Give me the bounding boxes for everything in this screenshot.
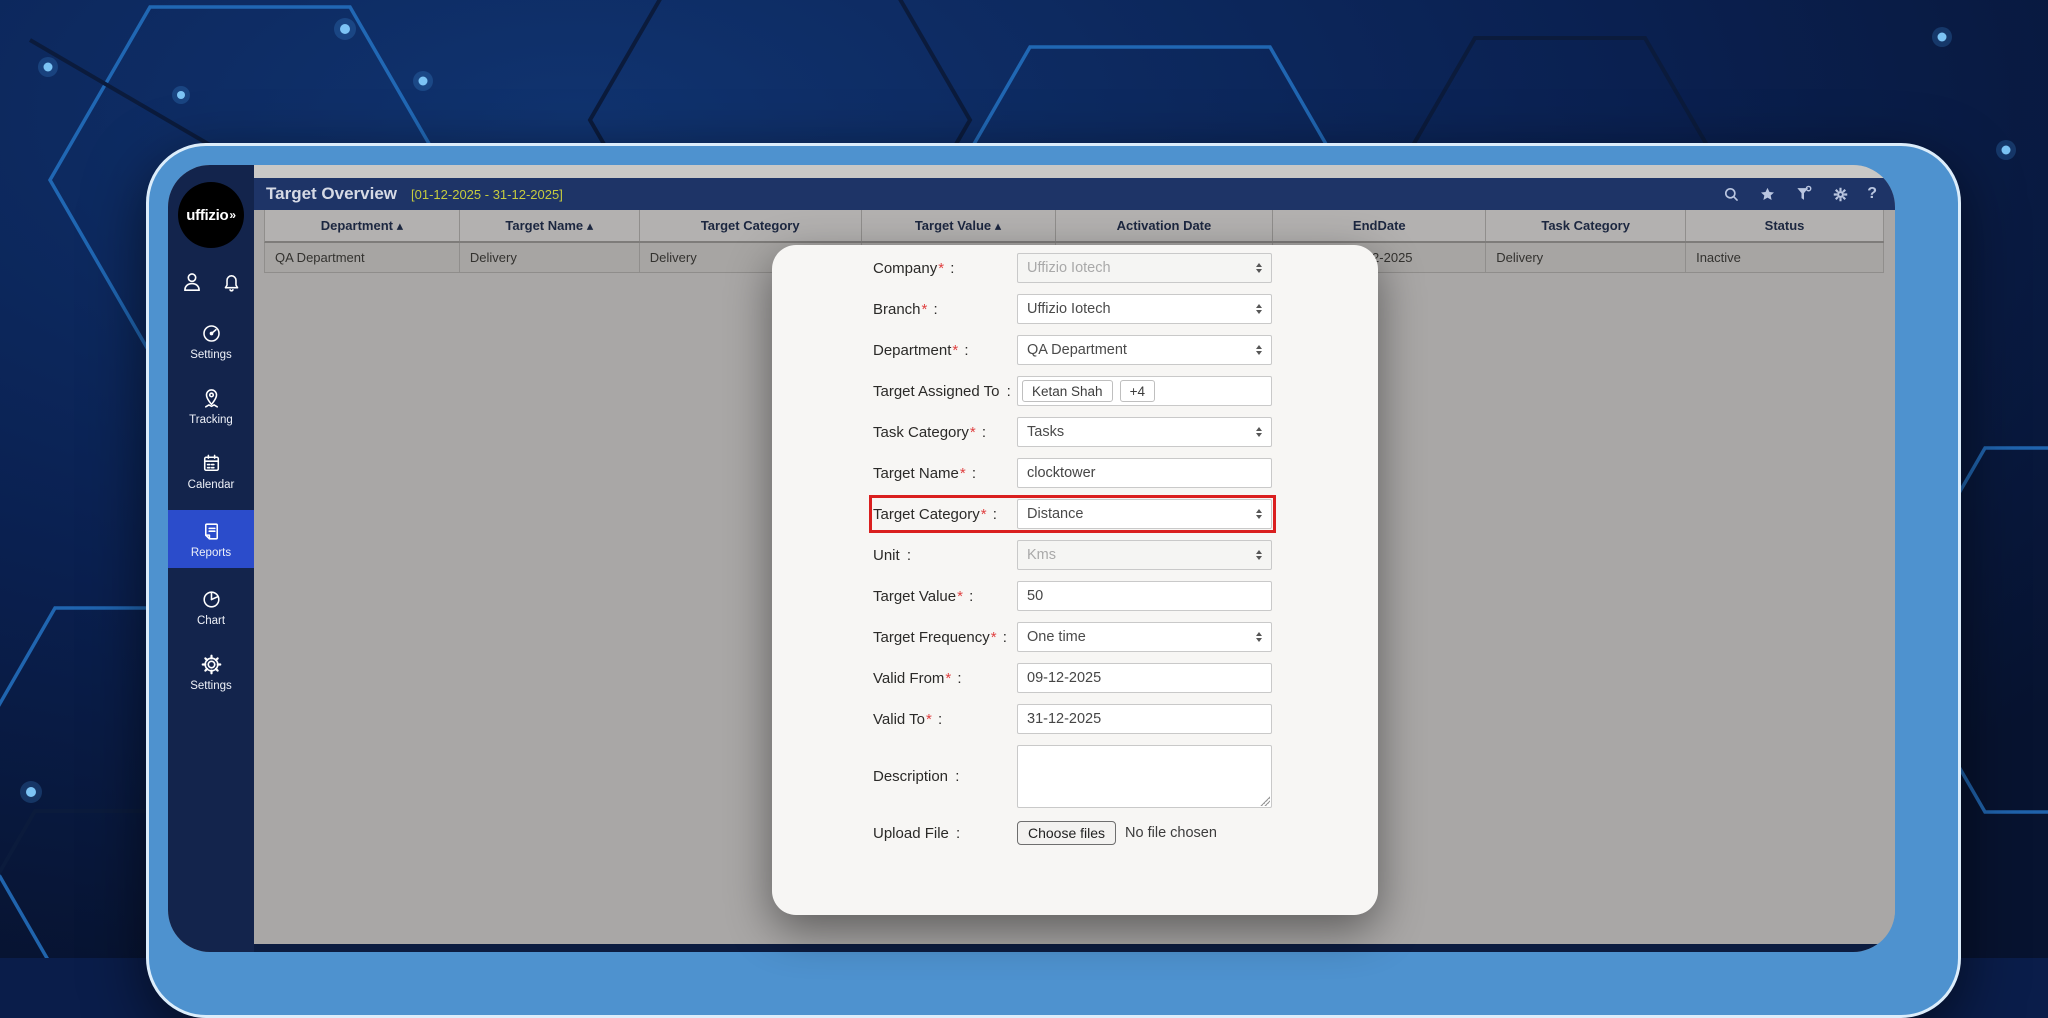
- assignee-more-chip[interactable]: +4: [1120, 380, 1155, 402]
- form-row-unit: Unit : Kms: [873, 540, 1272, 570]
- form-row-target-assigned-to: Target Assigned To : Ketan Shah +4: [873, 376, 1272, 406]
- valid-to-input[interactable]: [1017, 704, 1272, 734]
- resize-handle-icon[interactable]: [1260, 796, 1270, 806]
- page-title: Target Overview: [266, 184, 397, 204]
- company-select[interactable]: Uffizio Iotech: [1017, 253, 1272, 283]
- field-label: Target Name* :: [873, 465, 1017, 482]
- field-label: Branch* :: [873, 301, 1017, 318]
- form-row-target-name: Target Name* :: [873, 458, 1272, 488]
- field-label: Description :: [873, 768, 1017, 785]
- file-status-text: No file chosen: [1125, 825, 1217, 841]
- sidebar-item-settings-2[interactable]: Settings: [168, 646, 254, 698]
- field-label: Target Value* :: [873, 588, 1017, 605]
- col-header-target-name[interactable]: Target Name ▴: [460, 210, 640, 241]
- choose-files-button[interactable]: Choose files: [1017, 821, 1116, 845]
- target-form-modal: Company* : Uffizio Iotech Branch* : Uffi…: [772, 245, 1378, 915]
- task-category-select[interactable]: Tasks: [1017, 417, 1272, 447]
- field-label: Upload File :: [873, 825, 1017, 842]
- calendar-icon: [199, 451, 224, 476]
- date-range-badge: [01-12-2025 - 31-12-2025]: [411, 187, 563, 202]
- sidebar-item-reports[interactable]: Reports: [168, 510, 254, 568]
- form-row-valid-from: Valid From* :: [873, 663, 1272, 693]
- search-icon[interactable]: [1722, 185, 1741, 204]
- field-label: Company* :: [873, 260, 1017, 277]
- logo-arrow-icon: »: [229, 208, 235, 222]
- form-row-company: Company* : Uffizio Iotech: [873, 253, 1272, 283]
- sidebar: uffizio»: [168, 165, 254, 952]
- field-label: Target Frequency* :: [873, 629, 1017, 646]
- pie-chart-icon: [199, 587, 224, 612]
- col-header-enddate[interactable]: EndDate: [1273, 210, 1486, 241]
- select-arrows-icon: [1256, 509, 1262, 520]
- form-row-description: Description :: [873, 745, 1272, 808]
- unit-select[interactable]: Kms: [1017, 540, 1272, 570]
- gauge-icon: [199, 321, 224, 346]
- assignee-chip[interactable]: Ketan Shah: [1022, 380, 1113, 402]
- select-arrows-icon: [1256, 304, 1262, 315]
- description-textarea[interactable]: [1017, 745, 1272, 808]
- target-assigned-to-field[interactable]: Ketan Shah +4: [1017, 376, 1272, 406]
- user-icon[interactable]: [179, 269, 205, 295]
- field-label: Valid From* :: [873, 670, 1017, 687]
- form-row-branch: Branch* : Uffizio Iotech: [873, 294, 1272, 324]
- col-header-status[interactable]: Status: [1686, 210, 1884, 241]
- select-arrows-icon: [1256, 345, 1262, 356]
- filter-icon[interactable]: [1794, 184, 1814, 204]
- col-header-department[interactable]: Department ▴: [265, 210, 460, 241]
- form-row-upload-file: Upload File : Choose files No file chose…: [873, 819, 1272, 847]
- page-header-bar: Target Overview [01-12-2025 - 31-12-2025…: [254, 178, 1895, 210]
- upload-file-input[interactable]: Choose files No file chosen: [1017, 821, 1217, 845]
- form-row-department: Department* : QA Department: [873, 335, 1272, 365]
- location-pin-icon: [199, 386, 224, 411]
- field-label: Unit :: [873, 547, 1017, 564]
- select-arrows-icon: [1256, 263, 1262, 274]
- select-arrows-icon: [1256, 550, 1262, 561]
- field-label: Task Category* :: [873, 424, 1017, 441]
- field-label: Valid To* :: [873, 711, 1017, 728]
- field-label: Department* :: [873, 342, 1017, 359]
- form-row-target-value: Target Value* :: [873, 581, 1272, 611]
- sidebar-item-settings[interactable]: Settings: [168, 315, 254, 367]
- report-doc-icon: [199, 519, 224, 544]
- form-row-target-frequency: Target Frequency* : One time: [873, 622, 1272, 652]
- target-category-select[interactable]: Distance: [1017, 499, 1272, 529]
- content-top-strip: [254, 165, 1895, 178]
- help-icon[interactable]: ?: [1867, 185, 1877, 203]
- uffizio-logo: uffizio»: [178, 182, 244, 248]
- target-value-input[interactable]: [1017, 581, 1272, 611]
- branch-select[interactable]: Uffizio Iotech: [1017, 294, 1272, 324]
- table-header-row: Department ▴ Target Name ▴ Target Catego…: [264, 210, 1884, 243]
- select-arrows-icon: [1256, 427, 1262, 438]
- star-icon[interactable]: [1758, 185, 1777, 204]
- target-name-input[interactable]: [1017, 458, 1272, 488]
- valid-from-input[interactable]: [1017, 663, 1272, 693]
- gear-icon: [199, 652, 224, 677]
- department-select[interactable]: QA Department: [1017, 335, 1272, 365]
- field-label: Target Category* :: [873, 506, 1017, 523]
- gear-icon[interactable]: [1831, 185, 1850, 204]
- sidebar-item-chart[interactable]: Chart: [168, 581, 254, 633]
- col-header-target-value[interactable]: Target Value ▴: [862, 210, 1056, 241]
- app-footer-strip: [254, 944, 1895, 952]
- form-row-valid-to: Valid To* :: [873, 704, 1272, 734]
- bell-icon[interactable]: [219, 270, 244, 295]
- col-header-activation-date[interactable]: Activation Date: [1056, 210, 1274, 241]
- col-header-target-category[interactable]: Target Category: [640, 210, 862, 241]
- select-arrows-icon: [1256, 632, 1262, 643]
- form-row-task-category: Task Category* : Tasks: [873, 417, 1272, 447]
- sidebar-item-calendar[interactable]: Calendar: [168, 445, 254, 497]
- col-header-task-category[interactable]: Task Category: [1486, 210, 1686, 241]
- field-label: Target Assigned To :: [873, 383, 1017, 400]
- target-frequency-select[interactable]: One time: [1017, 622, 1272, 652]
- sidebar-item-tracking[interactable]: Tracking: [168, 380, 254, 432]
- form-row-target-category-highlighted: Target Category* : Distance: [873, 499, 1272, 529]
